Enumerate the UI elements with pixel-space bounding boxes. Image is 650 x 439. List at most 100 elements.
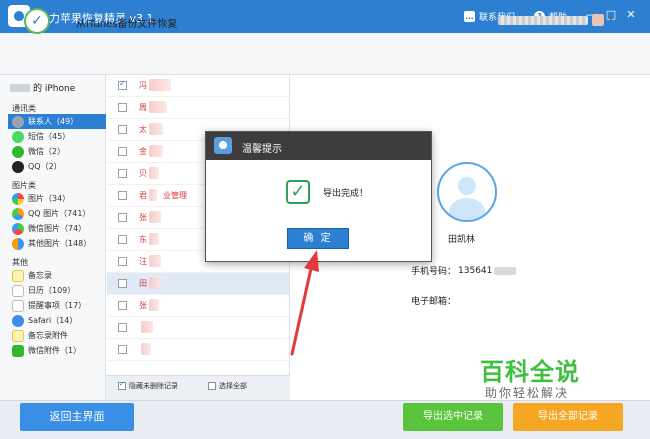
name-blurred	[149, 145, 163, 157]
list-item[interactable]: 张	[107, 295, 289, 317]
red-arrow-icon	[290, 250, 319, 356]
row-checkbox[interactable]	[118, 169, 127, 178]
dialog-title: 温馨提示	[242, 144, 282, 155]
notes-icon	[12, 269, 24, 282]
row-checkbox[interactable]	[118, 79, 127, 90]
wechat-icon	[12, 145, 24, 158]
safari-icon	[12, 314, 24, 327]
sidebar-item-other-photos[interactable]: 其他图片（148）	[8, 236, 106, 251]
watermark-logo: 百科全说	[480, 358, 580, 386]
list-item[interactable]	[107, 317, 289, 339]
avatar-body	[449, 198, 485, 220]
avatar-head	[458, 177, 476, 195]
list-item[interactable]: 田	[107, 273, 289, 295]
app-logo-icon	[214, 137, 232, 154]
sidebar-item-photos[interactable]: 图片（34）	[8, 191, 106, 206]
sidebar-item-contacts[interactable]: 联系人（49）	[8, 114, 106, 129]
chevron-down-icon[interactable]: ▾	[609, 14, 613, 23]
contact-name: 田	[139, 279, 147, 288]
hide-deleted-toggle[interactable]: 隐藏未删除记录	[118, 380, 178, 391]
name-blurred	[149, 189, 157, 201]
select-all-checkbox[interactable]	[208, 382, 216, 390]
row-checkbox[interactable]	[118, 257, 127, 266]
reminders-icon	[12, 299, 24, 312]
list-item[interactable]: 冯	[107, 75, 289, 97]
success-check-icon: ✓	[286, 180, 310, 204]
row-checkbox[interactable]	[118, 345, 127, 354]
sidebar-item-label: QQ（2）	[28, 162, 62, 171]
phone-value: 135641	[458, 265, 493, 276]
sidebar-item-label: 其他图片（148）	[28, 239, 92, 248]
sidebar-item-label: 提醒事项（17）	[28, 301, 87, 310]
name-blurred	[149, 167, 159, 179]
row-checkbox[interactable]	[118, 235, 127, 244]
category-communication: 通讯类	[12, 104, 36, 113]
contact-name: 贝	[139, 169, 147, 178]
contact-name: 张	[139, 213, 147, 222]
contact-name: 东	[139, 235, 147, 244]
contact-name: 周	[139, 103, 147, 112]
name-blurred	[141, 343, 151, 355]
contact-name-detail: 田凯林	[448, 235, 476, 245]
contact-name-suffix: 业管理	[163, 191, 187, 200]
row-checkbox[interactable]	[118, 147, 127, 156]
sidebar-item-wechat-photos[interactable]: 微信图片（74）	[8, 221, 106, 236]
select-all-label: 选择全部	[219, 382, 247, 390]
row-checkbox[interactable]	[118, 191, 127, 200]
hide-deleted-checkbox[interactable]	[118, 380, 126, 390]
dialog-message: 导出完成！	[323, 189, 369, 199]
name-blurred	[149, 255, 161, 267]
row-checkbox[interactable]	[118, 125, 127, 134]
device-label: 的 iPhone	[33, 84, 76, 94]
device-name: 的 iPhone	[10, 81, 75, 94]
sidebar-item-reminders[interactable]: 提醒事项（17）	[8, 298, 106, 313]
sidebar-item-wechat[interactable]: 微信（2）	[8, 144, 106, 159]
chat-icon: …	[464, 11, 475, 22]
account-info[interactable]	[498, 16, 588, 25]
row-checkbox[interactable]	[118, 213, 127, 222]
list-item[interactable]: 周	[107, 97, 289, 119]
other-photos-icon	[12, 237, 24, 250]
email-label: 电子邮箱：	[411, 297, 457, 307]
contact-name: 冯	[139, 81, 147, 90]
select-all-toggle[interactable]: 选择全部	[208, 381, 247, 391]
name-blurred	[141, 321, 153, 333]
row-checkbox[interactable]	[118, 323, 127, 332]
hide-deleted-label: 隐藏未删除记录	[129, 382, 178, 390]
close-button[interactable]: ✕	[624, 8, 638, 22]
contacts-icon	[12, 115, 24, 128]
name-blurred	[149, 123, 163, 135]
sidebar-item-label: 微信图片（74）	[28, 224, 87, 233]
row-checkbox[interactable]	[118, 279, 127, 288]
name-blurred	[149, 211, 161, 223]
phone-blurred	[494, 266, 517, 275]
avatar[interactable]	[592, 14, 604, 26]
sidebar-item-sms[interactable]: 短信（45）	[8, 129, 106, 144]
row-checkbox[interactable]	[118, 301, 127, 310]
sidebar-item-qq-photos[interactable]: QQ 图片（741）	[8, 206, 106, 221]
device-owner-blurred	[10, 83, 30, 92]
export-all-button[interactable]: 导出全部记录	[513, 403, 623, 431]
sidebar-item-safari[interactable]: Safari（14）	[8, 313, 106, 328]
list-item[interactable]	[107, 339, 289, 361]
sidebar-item-wechat-attachments[interactable]: 微信附件（1）	[8, 343, 106, 358]
photos-icon	[12, 192, 24, 205]
sidebar-item-label: 短信（45）	[28, 132, 71, 141]
sidebar-item-notes[interactable]: 备忘录	[8, 268, 106, 283]
sidebar-item-label: 备忘录	[28, 271, 52, 280]
contact-avatar-icon	[437, 162, 497, 222]
watermark-slogan: 助你轻松解决	[485, 386, 570, 400]
export-selected-button[interactable]: 导出选中记录	[403, 403, 503, 431]
dialog-header	[206, 132, 431, 160]
contact-name: 君	[139, 191, 147, 200]
sidebar-item-qq[interactable]: QQ（2）	[8, 159, 106, 174]
back-to-main-button[interactable]: 返回主界面	[20, 403, 134, 431]
sidebar-item-notes-attachments[interactable]: 备忘录附件	[8, 328, 106, 343]
qq-photos-icon	[12, 207, 24, 220]
row-checkbox[interactable]	[118, 103, 127, 112]
category-other: 其他	[12, 258, 28, 267]
sidebar-item-calendar[interactable]: 日历（109）	[8, 283, 106, 298]
contact-name: 金	[139, 147, 147, 156]
name-blurred	[149, 101, 167, 113]
name-blurred	[149, 277, 161, 289]
